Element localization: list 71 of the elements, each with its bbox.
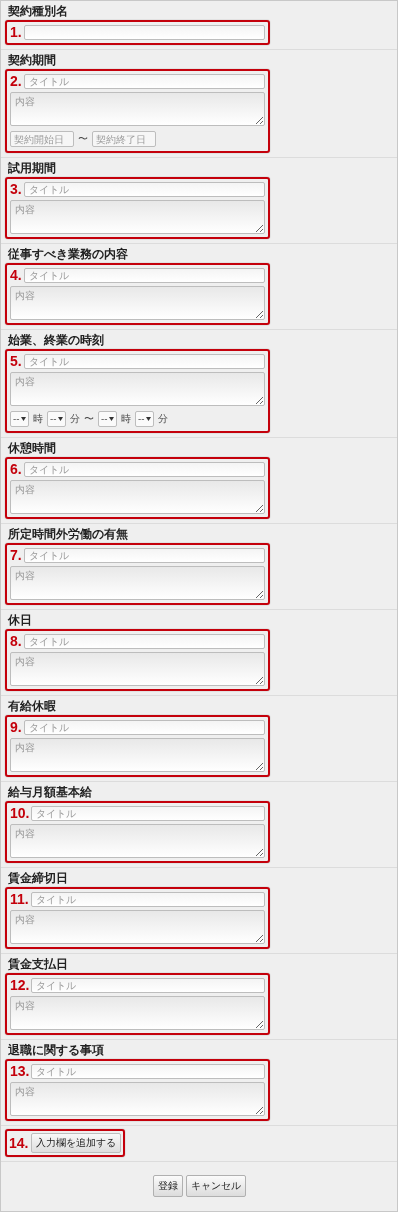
- field-label: 給与月額基本給: [7, 785, 93, 799]
- field-label: 試用期間: [7, 161, 57, 175]
- content-field[interactable]: 内容: [10, 1082, 265, 1116]
- name-field[interactable]: [23, 25, 265, 40]
- title-field[interactable]: タイトル: [23, 634, 265, 649]
- title-field[interactable]: タイトル: [31, 1064, 265, 1079]
- time-unit: 分: [70, 412, 80, 426]
- step-number: 12.: [10, 978, 30, 993]
- field-label: 賃金支払日: [7, 957, 69, 971]
- title-field[interactable]: タイトル: [30, 892, 265, 907]
- step-number: 11.: [10, 892, 29, 907]
- field-label: 始業、終業の時刻: [7, 333, 105, 347]
- content-field[interactable]: 内容: [10, 738, 265, 772]
- content-field[interactable]: 内容: [10, 286, 265, 320]
- field-label: 退職に関する事項: [7, 1043, 105, 1057]
- time-unit: 時: [33, 412, 43, 426]
- time-unit: 時: [121, 412, 131, 426]
- time-unit: 〜: [84, 412, 94, 426]
- content-field[interactable]: 内容: [10, 92, 265, 126]
- time-dropdown[interactable]: --: [135, 411, 154, 427]
- title-field[interactable]: タイトル: [23, 182, 265, 197]
- field-label: 所定時間外労働の有無: [7, 527, 129, 541]
- step-number: 14.: [9, 1135, 29, 1151]
- field-label: 契約種別名: [7, 4, 69, 18]
- title-field[interactable]: タイトル: [31, 978, 265, 993]
- step-number: 1.: [10, 25, 22, 40]
- cancel-button[interactable]: キャンセル: [185, 1175, 246, 1197]
- step-number: 7.: [10, 548, 22, 563]
- title-field[interactable]: タイトル: [23, 720, 265, 735]
- caret-icon: [146, 417, 151, 421]
- range-separator: 〜: [78, 132, 88, 146]
- content-field[interactable]: 内容: [10, 200, 265, 234]
- start-date-field[interactable]: 契約開始日: [10, 131, 74, 147]
- field-label: 契約期間: [7, 53, 57, 67]
- field-label: 従事すべき業務の内容: [7, 247, 129, 261]
- step-number: 13.: [10, 1064, 30, 1079]
- content-field[interactable]: 内容: [10, 480, 265, 514]
- field-label: 賃金締切日: [7, 871, 69, 885]
- step-number: 3.: [10, 182, 22, 197]
- content-field[interactable]: 内容: [10, 910, 265, 944]
- field-label: 有給休暇: [7, 699, 57, 713]
- content-field[interactable]: 内容: [10, 652, 265, 686]
- time-dropdown[interactable]: --: [98, 411, 117, 427]
- time-unit: 分: [158, 412, 168, 426]
- title-field[interactable]: タイトル: [23, 268, 265, 283]
- end-date-field[interactable]: 契約終了日: [92, 131, 156, 147]
- time-dropdown[interactable]: --: [47, 411, 66, 427]
- add-field-button[interactable]: 入力欄を追加する: [31, 1133, 122, 1153]
- step-number: 9.: [10, 720, 22, 735]
- register-button[interactable]: 登録: [152, 1175, 183, 1197]
- step-number: 6.: [10, 462, 22, 477]
- field-label: 休日: [6, 613, 33, 627]
- step-number: 2.: [10, 74, 22, 89]
- content-field[interactable]: 内容: [10, 566, 265, 600]
- time-dropdown[interactable]: --: [10, 411, 29, 427]
- caret-icon: [109, 417, 114, 421]
- content-field[interactable]: 内容: [10, 824, 265, 858]
- title-field[interactable]: タイトル: [23, 354, 265, 369]
- content-field[interactable]: 内容: [10, 372, 265, 406]
- caret-icon: [21, 417, 26, 421]
- title-field[interactable]: タイトル: [31, 806, 265, 821]
- content-field[interactable]: 内容: [10, 996, 265, 1030]
- step-number: 4.: [10, 268, 22, 283]
- step-number: 10.: [10, 806, 30, 821]
- field-label: 休憩時間: [6, 441, 57, 455]
- title-field[interactable]: タイトル: [23, 74, 265, 89]
- caret-icon: [58, 417, 63, 421]
- step-number: 5.: [10, 354, 22, 369]
- title-field[interactable]: タイトル: [23, 548, 265, 563]
- title-field[interactable]: タイトル: [23, 462, 265, 477]
- step-number: 8.: [10, 634, 22, 649]
